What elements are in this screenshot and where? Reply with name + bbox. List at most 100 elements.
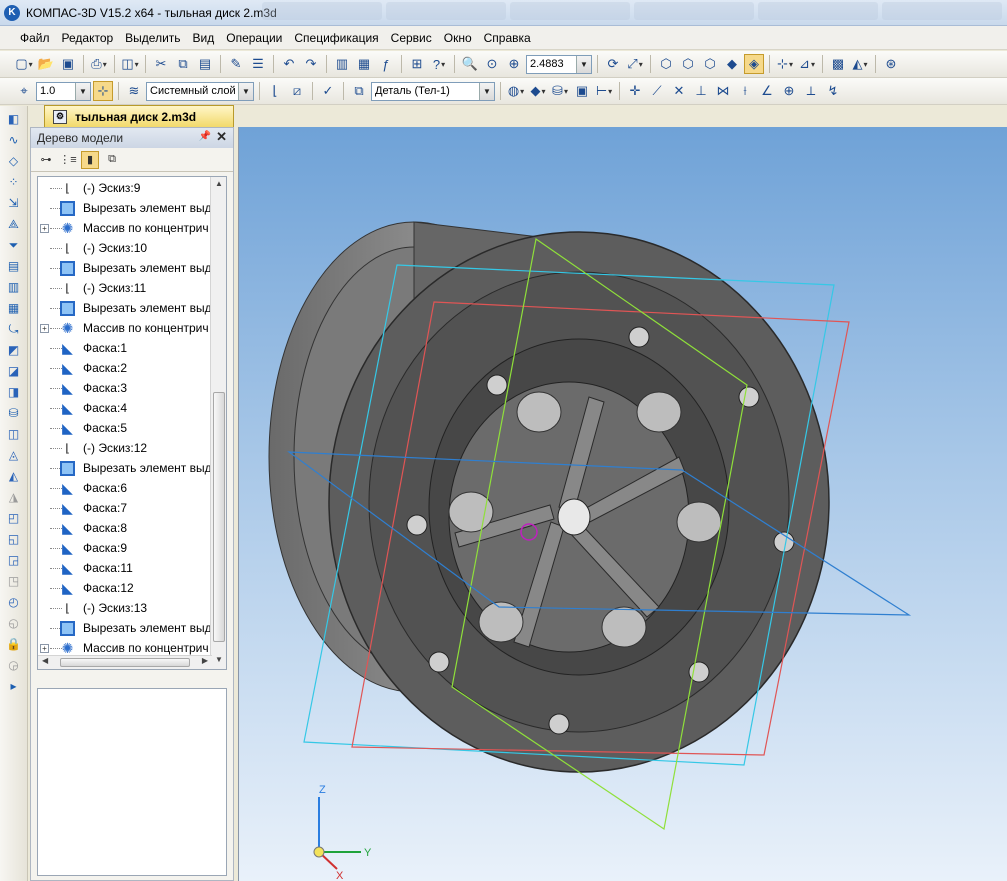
chevron-down-icon[interactable]: ▼ xyxy=(75,82,90,100)
loft-icon[interactable]: ◨ xyxy=(4,383,24,401)
snap-middle-icon[interactable]: ⊥ xyxy=(691,81,711,101)
tree-item-sketch[interactable]: ⌊ (-) Эскиз:9 xyxy=(38,178,212,198)
undo-icon[interactable]: ↶ xyxy=(279,54,299,74)
zoom-window-icon[interactable]: 🔍 xyxy=(460,54,480,74)
tree-item-cut[interactable]: Вырезать элемент выда xyxy=(38,298,218,318)
edit-sketch-icon[interactable]: ⧄ xyxy=(287,81,307,101)
tree-item-chamfer[interactable]: ◣ Фаска:1 xyxy=(38,338,212,358)
sheet-body-icon[interactable]: ▦ xyxy=(4,299,24,317)
chevron-down-icon[interactable]: ▼ xyxy=(479,82,494,100)
menu-service[interactable]: Сервис xyxy=(385,31,438,45)
tree-item-cut[interactable]: Вырезать элемент выда xyxy=(38,618,218,638)
section-icon[interactable]: ◭ xyxy=(850,54,870,74)
tree-filter-icon[interactable]: ⧉ xyxy=(103,151,121,169)
tree-item-chamfer[interactable]: ◣ Фаска:7 xyxy=(38,498,212,518)
scroll-thumb[interactable] xyxy=(60,658,190,667)
menu-window[interactable]: Окно xyxy=(438,31,478,45)
local-cs-icon[interactable]: ⌖ xyxy=(14,81,34,101)
tree-item-chamfer[interactable]: ◣ Фаска:3 xyxy=(38,378,212,398)
expand-icon[interactable]: + xyxy=(40,323,49,333)
snap-end-icon[interactable]: ⋈ xyxy=(713,81,733,101)
close-icon[interactable]: ✕ xyxy=(216,129,227,145)
menu-select[interactable]: Выделить xyxy=(119,31,186,45)
hidden-lines-icon[interactable]: ⬡ xyxy=(678,54,698,74)
cube-yellow-icon[interactable]: ▩ xyxy=(828,54,848,74)
save-icon[interactable]: ▣ xyxy=(58,54,78,74)
chevron-down-icon[interactable]: ▼ xyxy=(576,55,591,73)
step-combo[interactable]: 1.0 ▼ xyxy=(36,81,91,101)
specification-icon[interactable]: ▤ xyxy=(4,257,24,275)
print-icon[interactable]: ⎙ xyxy=(89,54,109,74)
preview-icon[interactable]: ◫ xyxy=(120,54,140,74)
lock-icon[interactable]: 🔒 xyxy=(4,635,24,653)
tree-item-cut[interactable]: Вырезать элемент выда xyxy=(38,258,218,278)
properties-list-icon[interactable]: ☰ xyxy=(248,54,268,74)
dimension-icon[interactable]: ⊢ xyxy=(594,81,614,101)
manager-icon[interactable]: ▥ xyxy=(332,54,352,74)
tree-item-chamfer[interactable]: ◣ Фаска:2 xyxy=(38,358,212,378)
spatial-curves-icon[interactable]: ∿ xyxy=(4,131,24,149)
snap-normal-icon[interactable]: ⟂ xyxy=(801,81,821,101)
refresh-icon[interactable]: ⟳ xyxy=(603,54,623,74)
tree-vertical-scrollbar[interactable]: ▲ ▼ xyxy=(210,177,226,669)
tree-structure-icon[interactable]: ⊶ xyxy=(37,151,55,169)
grid-snap-icon[interactable]: ⊹ xyxy=(93,81,113,101)
boolean-icon[interactable]: ◶ xyxy=(4,656,24,674)
auxiliary-geometry-icon[interactable]: ⇲ xyxy=(4,194,24,212)
tree-item-cut[interactable]: Вырезать элемент выда xyxy=(38,458,218,478)
snap-tangent-icon[interactable]: ⟊ xyxy=(735,81,755,101)
revolve-icon[interactable]: ◪ xyxy=(4,362,24,380)
tree-item-chamfer[interactable]: ◣ Фаска:4 xyxy=(38,398,212,418)
wireframe-icon[interactable]: ⬡ xyxy=(656,54,676,74)
rebuild-icon[interactable]: ✓ xyxy=(318,81,338,101)
split-icon[interactable]: ◴ xyxy=(4,593,24,611)
material-icon[interactable]: ◍ xyxy=(506,81,526,101)
halftone-icon[interactable]: ◆ xyxy=(722,54,742,74)
tree-item-sketch[interactable]: ⌊ (-) Эскиз:12 xyxy=(38,438,212,458)
bend-icon[interactable]: ⤿ xyxy=(4,320,24,338)
open-folder-icon[interactable]: 📂 xyxy=(36,54,56,74)
editing-part-icon[interactable]: ◧ xyxy=(4,110,24,128)
arrays-icon[interactable]: ⁘ xyxy=(4,173,24,191)
snap-line-icon[interactable]: ⟋ xyxy=(647,81,667,101)
menu-specification[interactable]: Спецификация xyxy=(288,31,384,45)
expand-panel-icon[interactable]: ▸ xyxy=(4,677,24,695)
component-icon[interactable]: ⧉ xyxy=(349,81,369,101)
scroll-right-icon[interactable]: ▶ xyxy=(202,656,208,665)
pin-icon[interactable]: 📌 xyxy=(199,131,211,142)
zoom-level-combo[interactable]: 2.4883 ▼ xyxy=(526,54,592,74)
tree-item-chamfer[interactable]: ◣ Фаска:5 xyxy=(38,418,212,438)
surfaces-icon[interactable]: ◇ xyxy=(4,152,24,170)
cut-extrude-icon[interactable]: ◫ xyxy=(4,425,24,443)
scroll-down-icon[interactable]: ▼ xyxy=(213,655,225,667)
menu-help[interactable]: Справка xyxy=(478,31,537,45)
snap-icon[interactable]: ⊿ xyxy=(797,54,817,74)
thread-icon[interactable]: ◵ xyxy=(4,614,24,632)
tree-item-array[interactable]: + ✺ Массив по концентрич xyxy=(38,218,212,238)
rib-icon[interactable]: ◮ xyxy=(4,488,24,506)
zoom-in-icon[interactable]: ⊕ xyxy=(504,54,524,74)
snap-intersect-icon[interactable]: ✕ xyxy=(669,81,689,101)
cut-icon[interactable]: ✂ xyxy=(151,54,171,74)
zoom-all-icon[interactable]: ⊙ xyxy=(482,54,502,74)
snap-point-icon[interactable]: ✛ xyxy=(625,81,645,101)
tree-item-sketch[interactable]: ⌊ (-) Эскиз:10 xyxy=(38,238,212,258)
hole-icon[interactable]: ◭ xyxy=(4,467,24,485)
chevron-down-icon[interactable]: ▼ xyxy=(238,82,253,100)
cut-revolve-icon[interactable]: ◬ xyxy=(4,446,24,464)
halftone-edges-icon[interactable]: ◈ xyxy=(744,54,764,74)
snap-curve-icon[interactable]: ↯ xyxy=(823,81,843,101)
tree-horizontal-scrollbar[interactable]: ◀ ▶ xyxy=(38,655,212,669)
scroll-up-icon[interactable]: ▲ xyxy=(213,179,225,191)
snap-angle-icon[interactable]: ∠ xyxy=(757,81,777,101)
orientation-icon[interactable]: ⤢ xyxy=(625,54,645,74)
fillet-icon[interactable]: ◱ xyxy=(4,530,24,548)
expand-icon[interactable]: + xyxy=(40,223,49,233)
copy-properties-icon[interactable]: ✎ xyxy=(226,54,246,74)
tree-item-chamfer[interactable]: ◣ Фаска:6 xyxy=(38,478,212,498)
scroll-left-icon[interactable]: ◀ xyxy=(42,656,48,665)
draft-icon[interactable]: ◳ xyxy=(4,572,24,590)
expand-icon[interactable]: + xyxy=(40,643,49,653)
tree-item-chamfer[interactable]: ◣ Фаска:9 xyxy=(38,538,212,558)
chamfer-tool-icon[interactable]: ◲ xyxy=(4,551,24,569)
